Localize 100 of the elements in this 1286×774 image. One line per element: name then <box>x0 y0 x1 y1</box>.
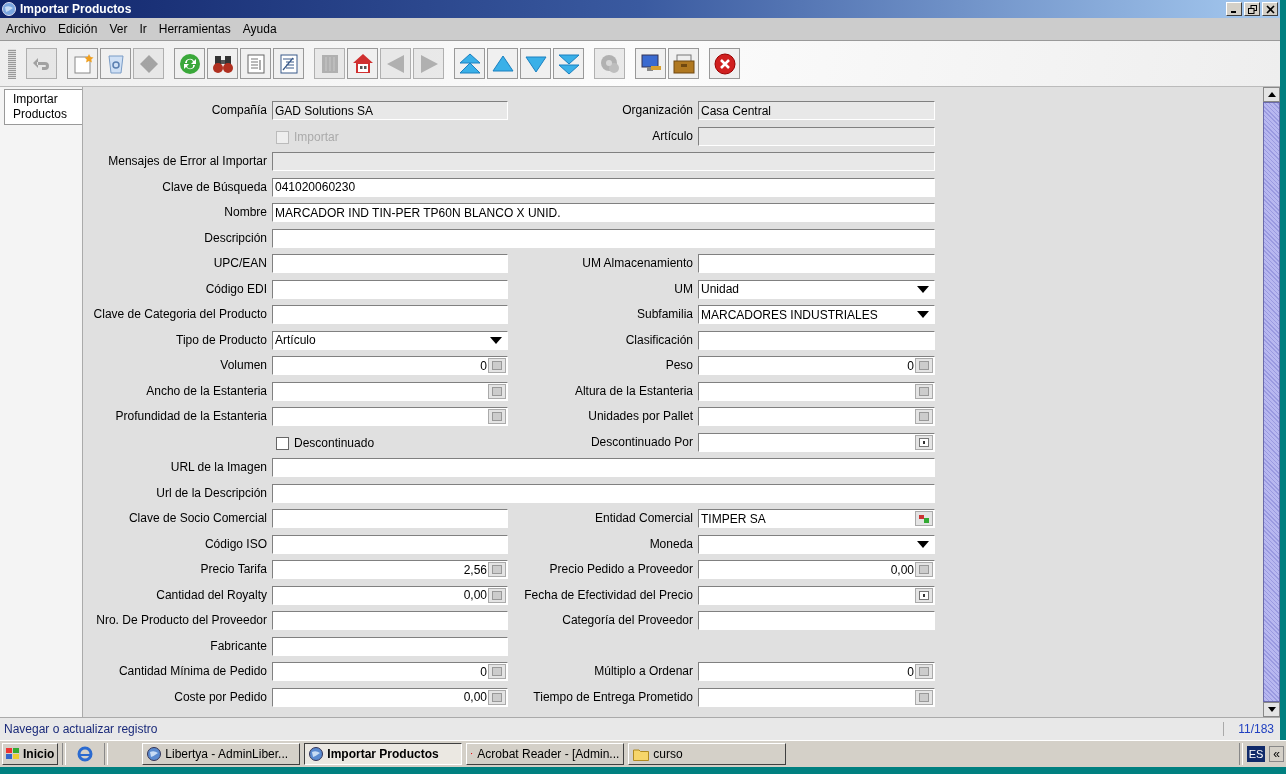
number-field[interactable]: 0,00 <box>272 687 508 707</box>
number-field[interactable] <box>272 407 508 426</box>
field-label: Código EDI <box>204 280 268 298</box>
calculator-button[interactable] <box>488 383 506 399</box>
toolbar-button[interactable] <box>668 48 699 79</box>
readonly-field[interactable]: Casa Central <box>698 101 935 120</box>
menu-item[interactable]: Ver <box>105 22 132 36</box>
menu-item[interactable]: Herramientas <box>154 22 235 36</box>
scroll-down-icon[interactable] <box>1267 707 1276 712</box>
number-field[interactable]: 0 <box>272 356 508 375</box>
text-field[interactable] <box>698 330 935 350</box>
menu-item[interactable]: Ayuda <box>238 22 281 36</box>
text-field[interactable] <box>272 611 508 630</box>
calculator-button[interactable] <box>915 409 933 424</box>
field-label: Nro. De Producto del Proveedor <box>95 612 268 629</box>
text-field[interactable] <box>272 509 508 528</box>
text-field[interactable] <box>272 279 508 299</box>
field-label: URL de la Imagen <box>169 459 268 476</box>
calculator-button[interactable] <box>488 409 506 424</box>
browser-icon[interactable] <box>76 745 95 763</box>
search-field[interactable]: TIMPER SA <box>698 509 935 528</box>
toolbar-button[interactable] <box>207 48 238 79</box>
menu-item[interactable]: Ir <box>135 22 151 36</box>
text-field[interactable] <box>272 534 508 554</box>
text-field[interactable] <box>272 228 935 248</box>
menu-item[interactable]: Edición <box>54 22 102 36</box>
readonly-field[interactable] <box>698 126 935 146</box>
dropdown-field[interactable] <box>698 534 935 554</box>
calendar-button[interactable] <box>915 587 933 603</box>
lookup-button[interactable] <box>915 511 933 526</box>
text-field[interactable] <box>698 611 935 630</box>
tab[interactable]: Importar Productos <box>4 89 85 125</box>
field-label: Nombre <box>223 204 268 221</box>
archive-icon <box>671 51 696 76</box>
number-field[interactable]: 0,00 <box>698 560 935 579</box>
tray-expand-button[interactable]: « <box>1269 746 1284 762</box>
calculator-icon <box>919 667 929 676</box>
taskbar-item[interactable]: curso <box>628 743 787 765</box>
dropdown-arrow-icon <box>490 336 502 344</box>
number-field[interactable] <box>698 687 935 707</box>
field-label: Tipo de Producto <box>175 331 268 349</box>
minimize-button[interactable] <box>1226 2 1242 16</box>
text-field[interactable] <box>272 458 935 477</box>
calculator-button[interactable] <box>915 383 933 399</box>
field-label: Profundidad de la Estanteria <box>114 408 268 425</box>
number-field[interactable] <box>698 381 935 401</box>
field-label: Clave de Búsqueda <box>161 178 268 196</box>
calculator-button[interactable] <box>488 358 506 373</box>
calculator-icon <box>492 692 502 702</box>
calculator-button[interactable] <box>915 689 933 705</box>
language-indicator[interactable]: ES <box>1246 746 1266 762</box>
close-icon <box>1265 4 1275 14</box>
globe-icon <box>2 2 16 16</box>
readonly-field[interactable] <box>272 152 935 171</box>
restore-button[interactable] <box>1244 2 1260 16</box>
dropdown-field[interactable]: Artículo <box>272 330 508 350</box>
taskbar-item[interactable]: Acrobat Reader - [Admin... <box>466 743 625 765</box>
number-field[interactable] <box>272 381 508 401</box>
text-field[interactable] <box>272 254 508 273</box>
calculator-button[interactable] <box>915 358 933 373</box>
menu-item[interactable]: Archivo <box>2 22 50 36</box>
scroll-up-icon[interactable] <box>1267 92 1276 97</box>
calculator-button[interactable] <box>488 587 506 603</box>
readonly-field[interactable]: GAD Solutions SA <box>272 101 508 120</box>
number-field[interactable]: 2,56 <box>272 560 508 579</box>
text-field[interactable]: 041020060230 <box>272 177 935 197</box>
number-field[interactable]: 0,00 <box>272 585 508 605</box>
date-field[interactable] <box>698 585 935 605</box>
calculator-icon <box>492 667 502 676</box>
dropdown-field[interactable]: MARCADORES INDUSTRIALES <box>698 305 935 324</box>
calculator-button[interactable] <box>915 562 933 577</box>
date-field[interactable] <box>698 432 935 452</box>
text-field[interactable] <box>272 305 508 324</box>
toolbar-grip[interactable] <box>8 48 16 79</box>
checkbox[interactable] <box>276 436 289 450</box>
start-button[interactable]: Inicio <box>2 743 59 765</box>
taskbar-item[interactable]: Importar Productos <box>304 743 463 765</box>
number-field[interactable] <box>698 407 935 426</box>
taskbar-item[interactable]: Libertya - AdminLiber... <box>142 743 301 765</box>
toolbar-button[interactable] <box>635 48 666 79</box>
text-field[interactable]: MARCADOR IND TIN-PER TP60N BLANCO X UNID. <box>272 203 935 222</box>
field-label: UPC/EAN <box>212 255 268 272</box>
dropdown-field[interactable]: Unidad <box>698 279 935 299</box>
text-field[interactable] <box>272 483 935 503</box>
toolbar-button[interactable] <box>709 48 740 79</box>
calculator-button[interactable] <box>488 689 506 705</box>
calendar-button[interactable] <box>915 434 933 450</box>
toolbar-button[interactable] <box>347 48 378 79</box>
calculator-button[interactable] <box>915 664 933 679</box>
number-field[interactable]: 0 <box>272 662 508 681</box>
lookup-icon <box>918 513 930 524</box>
calculator-button[interactable] <box>488 562 506 577</box>
calculator-button[interactable] <box>488 664 506 679</box>
text-field[interactable] <box>272 636 508 656</box>
number-field[interactable]: 0 <box>698 356 935 375</box>
scrollbar[interactable] <box>1263 87 1280 717</box>
close-button[interactable] <box>1262 2 1278 16</box>
text-field[interactable] <box>698 254 935 273</box>
number-field[interactable]: 0 <box>698 662 935 681</box>
field-label: Clave de Categoria del Producto <box>92 306 268 323</box>
